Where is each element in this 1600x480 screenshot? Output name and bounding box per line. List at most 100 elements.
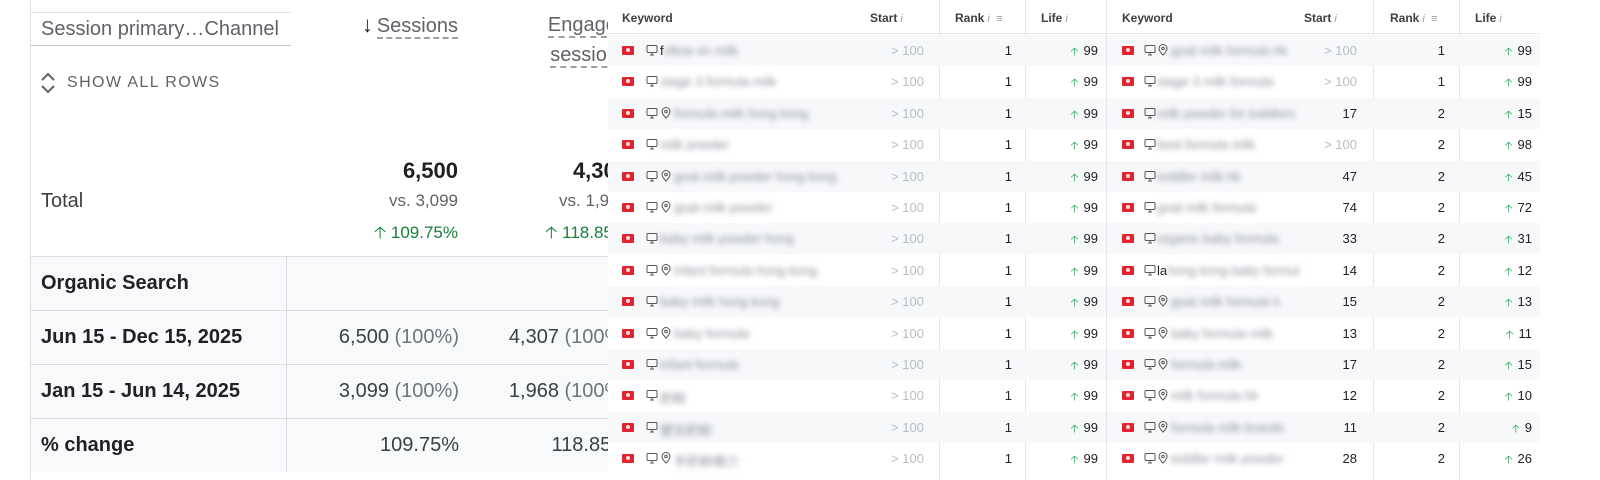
desktop-icon bbox=[646, 44, 658, 59]
table-row[interactable]: baby formula > 100 1 🡡 99 bbox=[608, 318, 1106, 349]
table-row[interactable]: 羊奶粉推介 > 100 1 🡡 99 bbox=[608, 443, 1106, 474]
start-column-header[interactable]: Start i bbox=[870, 11, 903, 25]
start-cell: 15 bbox=[1342, 294, 1357, 310]
table-row[interactable]: baby milk hong kong > 100 1 🡡 99 bbox=[608, 286, 1106, 318]
table-row[interactable]: goat milk formula k 15 2 🡡 13 bbox=[1107, 286, 1540, 318]
keyword-cell[interactable]: goat milk formula k bbox=[1171, 294, 1280, 309]
life-column-header[interactable]: Life i bbox=[1475, 11, 1502, 25]
life-cell: 🡡 99 bbox=[1070, 74, 1098, 90]
keyword-cell[interactable]: follow on milk bbox=[660, 43, 738, 58]
keyword-cell[interactable]: goat milk powder hong kong bbox=[674, 169, 837, 184]
desktop-icon bbox=[646, 264, 658, 279]
table-row[interactable]: lahong kong baby formul 14 2 🡡 12 bbox=[1107, 255, 1540, 286]
table-row[interactable]: goat milk formula 74 2 🡡 72 bbox=[1107, 192, 1540, 223]
keyword-cell[interactable]: formula milk bbox=[1171, 357, 1241, 372]
show-all-rows-button[interactable]: SHOW ALL ROWS bbox=[39, 70, 221, 96]
hk-flag-icon bbox=[622, 46, 634, 55]
table-row[interactable]: milk formula hk 12 2 🡡 10 bbox=[1107, 380, 1540, 411]
keyword-cell[interactable]: baby formula bbox=[674, 326, 749, 341]
life-cell: 🡡 15 bbox=[1504, 357, 1532, 372]
keyword-cell[interactable]: organic baby formula bbox=[1157, 231, 1278, 246]
rank-cell: 1 bbox=[1437, 43, 1445, 58]
up-arrow-icon: 🡡 bbox=[1070, 328, 1079, 341]
table-row[interactable]: baby formula milk 13 2 🡡 11 bbox=[1107, 318, 1540, 349]
rank-cell: 1 bbox=[1004, 451, 1012, 467]
desktop-icon bbox=[1144, 138, 1156, 153]
keyword-cell[interactable]: 奶粉 bbox=[660, 388, 686, 407]
up-arrow-icon: 🡡 bbox=[1504, 297, 1513, 310]
keyword-cell[interactable]: infant formula hong kong bbox=[674, 263, 817, 278]
keyword-cell[interactable]: best formula milk bbox=[1157, 137, 1255, 152]
up-arrow-icon: 🡡 bbox=[1504, 77, 1513, 90]
keyword-cell[interactable]: stage 3 formula milk bbox=[660, 74, 776, 89]
keyword-cell[interactable]: milk powder bbox=[660, 137, 729, 152]
rank-cell: 1 bbox=[1004, 231, 1012, 247]
hk-flag-icon bbox=[1122, 77, 1134, 87]
rank-column-header[interactable]: Rank i ≡ bbox=[1390, 11, 1438, 25]
table-row[interactable]: formula milk 17 2 🡡 15 bbox=[1107, 349, 1540, 380]
keyword-cell[interactable]: goat milk formula bbox=[1157, 200, 1256, 215]
life-cell: 🡡 11 bbox=[1505, 325, 1532, 341]
keyword-cell[interactable]: formula milk brands bbox=[1171, 420, 1284, 435]
keyword-cell[interactable]: toddler milk hk bbox=[1157, 169, 1241, 184]
keyword-cell[interactable]: goat milk powder bbox=[674, 200, 772, 215]
keyword-column-header[interactable]: Keyword bbox=[1122, 11, 1173, 25]
up-arrow-icon: 🡡 bbox=[1070, 234, 1079, 247]
dimension-selector[interactable]: Session primary…Channel bbox=[31, 12, 291, 46]
keyword-cell[interactable]: lahong kong baby formul bbox=[1157, 263, 1299, 278]
location-pin-icon bbox=[1157, 452, 1169, 467]
keyword-cell[interactable]: goat milk formula hk bbox=[1171, 43, 1287, 58]
keyword-cell[interactable]: infant formula bbox=[660, 357, 739, 372]
keyword-cell[interactable]: 嬰兒奶粉 bbox=[660, 420, 712, 439]
desktop-icon bbox=[646, 358, 658, 373]
table-row[interactable]: toddler milk powder 28 2 🡡 26 bbox=[1107, 443, 1540, 474]
table-row[interactable]: baby milk powder hong > 100 1 🡡 99 bbox=[608, 223, 1106, 255]
table-row[interactable]: 嬰兒奶粉 > 100 1 🡡 99 bbox=[608, 411, 1106, 443]
table-row[interactable]: formula milk hong kong > 100 1 🡡 99 bbox=[608, 97, 1106, 129]
up-arrow-icon: 🡡 bbox=[1504, 108, 1513, 121]
keyword-cell[interactable]: 羊奶粉推介 bbox=[674, 451, 739, 470]
keyword-cell[interactable]: baby formula milk bbox=[1171, 326, 1273, 341]
keyword-cell[interactable]: milk powder for toddlers bbox=[1157, 106, 1295, 121]
up-arrow-icon: 🡡 bbox=[1070, 360, 1079, 372]
table-row[interactable]: goat milk powder > 100 1 🡡 99 bbox=[608, 192, 1106, 223]
keyword-cell[interactable]: baby milk hong kong bbox=[660, 294, 779, 309]
up-arrow-icon: 🡡 bbox=[1504, 454, 1513, 467]
life-column-header[interactable]: Life i bbox=[1041, 11, 1068, 25]
table-row[interactable]: 奶粉 > 100 1 🡡 99 bbox=[608, 380, 1106, 411]
table-row[interactable]: follow on milk > 100 1 🡡 99 bbox=[608, 35, 1106, 66]
table-row[interactable]: goat milk formula hk > 100 1 🡡 99 bbox=[1107, 35, 1540, 66]
sessions-column-header[interactable]: ↓ Sessions bbox=[331, 10, 458, 41]
keyword-cell[interactable]: baby milk powder hong bbox=[660, 231, 794, 246]
keyword-cell[interactable]: stage 3 milk formula bbox=[1157, 74, 1273, 89]
hk-flag-icon bbox=[622, 391, 634, 401]
keyword-cell[interactable]: milk formula hk bbox=[1171, 388, 1258, 403]
desktop-icon bbox=[1144, 358, 1156, 373]
table-row[interactable]: infant formula hong kong > 100 1 🡡 99 bbox=[608, 255, 1106, 286]
table-row[interactable]: stage 3 formula milk > 100 1 🡡 99 bbox=[608, 66, 1106, 97]
keyword-cell[interactable]: formula milk hong kong bbox=[674, 106, 808, 121]
table-row[interactable]: stage 3 milk formula > 100 1 🡡 99 bbox=[1107, 66, 1540, 97]
table-row[interactable]: toddler milk hk 47 2 🡡 45 bbox=[1107, 160, 1540, 192]
table-row[interactable]: best formula milk > 100 2 🡡 98 bbox=[1107, 129, 1540, 160]
life-cell: 🡡 99 bbox=[1070, 419, 1098, 435]
table-row[interactable]: milk powder > 100 1 🡡 99 bbox=[608, 129, 1106, 160]
up-arrow-icon: 🡡 bbox=[1504, 234, 1513, 247]
life-cell: 🡡 99 bbox=[1070, 200, 1098, 215]
table-row[interactable]: infant formula > 100 1 🡡 99 bbox=[608, 349, 1106, 380]
life-cell: 🡡 99 bbox=[1070, 231, 1098, 247]
table-row[interactable]: formula milk brands 11 2 🡡 9 bbox=[1107, 411, 1540, 443]
desktop-icon bbox=[646, 75, 658, 90]
hk-flag-icon bbox=[1122, 265, 1134, 275]
start-column-header[interactable]: Start i bbox=[1304, 11, 1337, 25]
start-cell: > 100 bbox=[891, 294, 924, 310]
table-row[interactable]: goat milk powder hong kong > 100 1 🡡 99 bbox=[608, 160, 1106, 192]
keyword-cell[interactable]: toddler milk powder bbox=[1171, 451, 1284, 466]
total-sessions-change-value: 109.75% bbox=[390, 223, 458, 242]
table-row[interactable]: milk powder for toddlers 17 2 🡡 15 bbox=[1107, 97, 1540, 129]
table-row[interactable]: organic baby formula 33 2 🡡 31 bbox=[1107, 223, 1540, 255]
keyword-column-header[interactable]: Keyword bbox=[622, 11, 673, 25]
life-cell: 🡡 45 bbox=[1504, 168, 1532, 184]
rank-column-header[interactable]: Rank i ≡ bbox=[955, 11, 1003, 25]
hk-flag-icon bbox=[622, 108, 634, 118]
